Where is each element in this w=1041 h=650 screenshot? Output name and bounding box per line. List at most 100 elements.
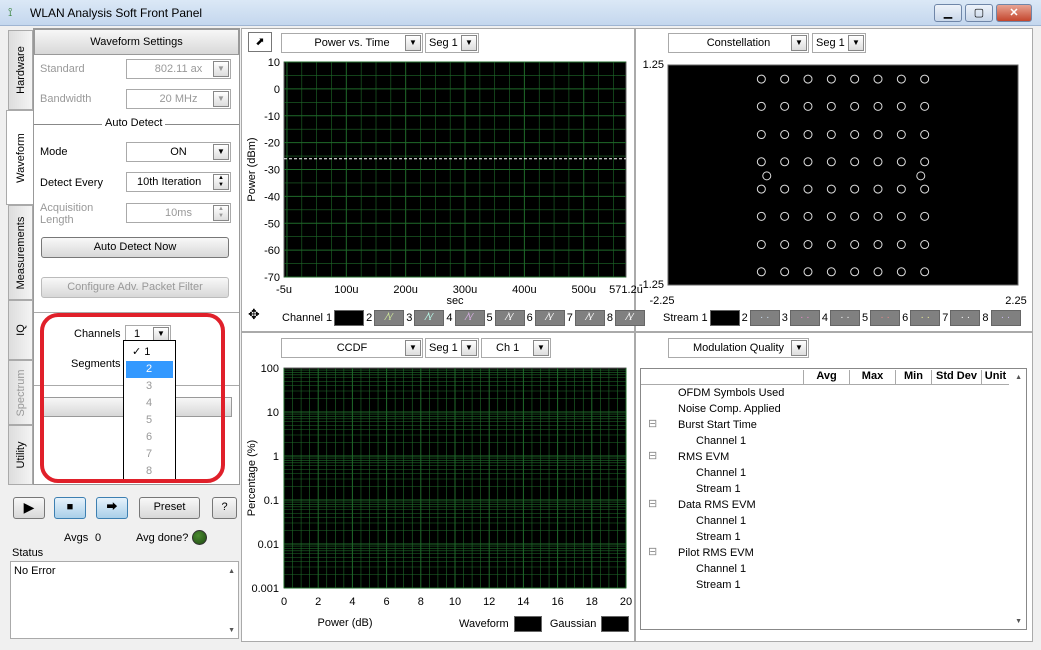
legend-label: 7 bbox=[566, 311, 573, 324]
table-row[interactable]: Pilot RMS EVM bbox=[678, 547, 754, 559]
tick-label: 0 bbox=[274, 84, 280, 96]
legend-label: Stream 1 bbox=[663, 311, 708, 324]
collapse-icon[interactable]: ⊟ bbox=[648, 497, 657, 510]
legend-label: Channel 1 bbox=[282, 311, 333, 324]
legend-label: 6 bbox=[526, 311, 533, 324]
table-header: Avg Max Min Std Dev Unit bbox=[641, 369, 1009, 385]
legend-swatch[interactable]: · · bbox=[870, 310, 901, 326]
tick-label: -2.25 bbox=[649, 295, 674, 307]
legend-label: 8 bbox=[982, 311, 989, 324]
tick-label: -50 bbox=[264, 218, 280, 230]
legend-label: 2 bbox=[741, 311, 748, 324]
tick-label: -5u bbox=[276, 284, 292, 296]
tick-label: -30 bbox=[264, 165, 280, 177]
legend-swatch[interactable]: · · bbox=[990, 310, 1021, 326]
legend-label: 2 bbox=[366, 311, 373, 324]
tick-label: 4 bbox=[349, 596, 355, 608]
legend-swatch[interactable] bbox=[334, 310, 365, 326]
legend-swatch[interactable]: · · bbox=[830, 310, 861, 326]
table-row[interactable]: Stream 1 bbox=[696, 579, 741, 591]
legend-swatch[interactable]: ⁄\⁄ bbox=[574, 310, 605, 326]
ccdf-legend: Waveform Gaussian bbox=[459, 616, 631, 632]
table-row[interactable]: Channel 1 bbox=[696, 435, 746, 447]
table-row[interactable]: Stream 1 bbox=[696, 483, 741, 495]
collapse-icon[interactable]: ⊟ bbox=[648, 417, 657, 430]
legend-swatch[interactable]: · · bbox=[910, 310, 941, 326]
table-row[interactable]: RMS EVM bbox=[678, 451, 729, 463]
legend-swatch[interactable]: · · bbox=[789, 310, 820, 326]
legend-label: 4 bbox=[821, 311, 829, 324]
table-row[interactable]: Channel 1 bbox=[696, 563, 746, 575]
table-row[interactable]: Burst Start Time bbox=[678, 419, 757, 431]
tick-label: 500u bbox=[571, 284, 595, 296]
tick-label: -70 bbox=[264, 272, 280, 284]
collapse-icon[interactable]: ⊟ bbox=[648, 449, 657, 462]
tick-label: 2 bbox=[315, 596, 321, 608]
column-header[interactable]: Max bbox=[849, 370, 895, 385]
y-axis-label: Power (dBm) bbox=[246, 137, 258, 201]
legend-swatch[interactable]: ⁄\⁄ bbox=[494, 310, 525, 326]
legend-label: 4 bbox=[446, 311, 453, 324]
legend-label: Gaussian bbox=[549, 617, 597, 630]
scroll-up-icon[interactable]: ▲ bbox=[1015, 374, 1022, 381]
table-row[interactable]: Channel 1 bbox=[696, 467, 746, 479]
tick-label: 100 bbox=[261, 363, 279, 375]
tick-label: 10 bbox=[268, 57, 280, 69]
column-header[interactable]: Unit bbox=[981, 370, 1009, 385]
legend-label: 7 bbox=[942, 311, 949, 324]
legend-swatch[interactable]: ⁄\⁄ bbox=[414, 310, 445, 326]
x-axis-label: Power (dB) bbox=[317, 617, 372, 629]
y-axis-label: Percentage (%) bbox=[246, 440, 258, 516]
tick-label: -20 bbox=[264, 138, 280, 150]
legend-swatch[interactable] bbox=[601, 616, 630, 632]
legend-label: Waveform bbox=[459, 617, 509, 630]
table-row[interactable]: Stream 1 bbox=[696, 531, 741, 543]
legend-label: 3 bbox=[781, 311, 788, 324]
tick-label: 1.25 bbox=[643, 59, 664, 71]
table-row[interactable]: Channel 1 bbox=[696, 515, 746, 527]
plot-area bbox=[667, 64, 1019, 286]
table-row[interactable]: Data RMS EVM bbox=[678, 499, 756, 511]
legend-swatch[interactable] bbox=[513, 616, 542, 632]
legend-swatch[interactable]: ⁄\⁄ bbox=[615, 310, 646, 326]
table-row[interactable]: OFDM Symbols Used bbox=[678, 387, 784, 399]
tick-label: 12 bbox=[483, 596, 495, 608]
column-header[interactable]: Avg bbox=[803, 370, 849, 385]
constellation-legend: Stream 1 2 · · 3 · · 4 · · 5 · · 6 · · 7 · · 8 · · bbox=[663, 310, 1023, 326]
legend-swatch[interactable] bbox=[709, 310, 740, 326]
legend-label: 8 bbox=[606, 311, 614, 324]
tick-label: 0.001 bbox=[251, 583, 279, 595]
legend-swatch[interactable]: ⁄\⁄ bbox=[374, 310, 405, 326]
tick-label: 0.01 bbox=[258, 539, 279, 551]
tick-label: -1.25 bbox=[639, 279, 664, 291]
legend-label: 5 bbox=[486, 311, 493, 324]
tick-label: 18 bbox=[586, 596, 598, 608]
column-header[interactable]: Min bbox=[895, 370, 931, 385]
legend-label: 5 bbox=[862, 311, 869, 324]
power-legend: Channel 1 2 ⁄\⁄ 3 ⁄\⁄ 4 ⁄\⁄ 5 ⁄\⁄ 6 ⁄\⁄ 7 ⁄\⁄ 8 ⁄\⁄ bbox=[282, 310, 647, 326]
table-row[interactable]: Noise Comp. Applied bbox=[678, 403, 781, 415]
tick-label: 14 bbox=[517, 596, 529, 608]
legend-swatch[interactable]: · · bbox=[950, 310, 981, 326]
legend-label: 3 bbox=[406, 311, 413, 324]
tick-label: 1 bbox=[273, 451, 279, 463]
legend-swatch[interactable]: · · bbox=[749, 310, 780, 326]
legend-swatch[interactable]: ⁄\⁄ bbox=[454, 310, 485, 326]
tick-label: 10 bbox=[267, 407, 279, 419]
collapse-icon[interactable]: ⊟ bbox=[648, 545, 657, 558]
tick-label: 2.25 bbox=[1005, 295, 1026, 307]
tick-label: 0 bbox=[281, 596, 287, 608]
x-axis-label: sec bbox=[446, 295, 464, 307]
tick-label: 100u bbox=[334, 284, 358, 296]
tick-label: 8 bbox=[418, 596, 424, 608]
legend-label: 6 bbox=[902, 311, 909, 324]
tick-label: 200u bbox=[393, 284, 417, 296]
pan-tool-icon[interactable]: ✥ bbox=[248, 306, 260, 323]
tick-label: -10 bbox=[264, 111, 280, 123]
table-body: OFDM Symbols Used Noise Comp. Applied Burs… bbox=[641, 385, 1009, 629]
scroll-down-icon[interactable]: ▼ bbox=[1015, 618, 1022, 625]
legend-swatch[interactable]: ⁄\⁄ bbox=[534, 310, 565, 326]
column-header[interactable]: Std Dev bbox=[931, 370, 981, 385]
tick-label: -60 bbox=[264, 245, 280, 257]
tick-label: 16 bbox=[551, 596, 563, 608]
